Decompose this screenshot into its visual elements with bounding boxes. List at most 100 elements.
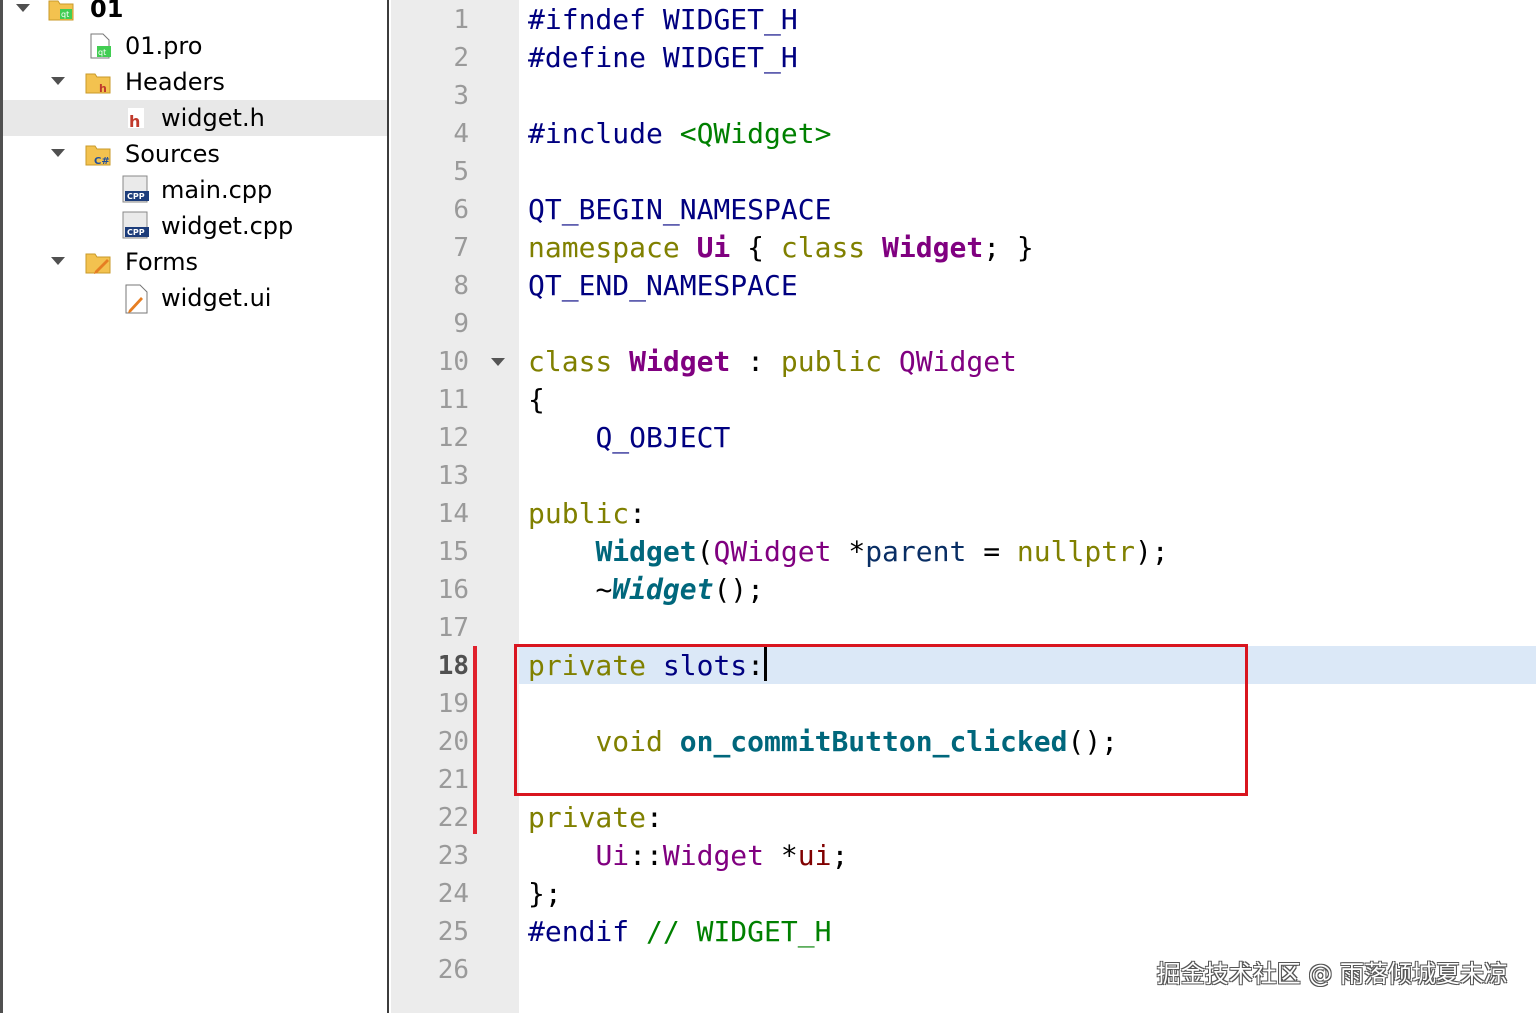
line-number: 11 [437, 385, 469, 415]
preprocessor-directive: #include [528, 117, 663, 150]
collapse-arrow-icon[interactable] [51, 257, 65, 265]
code-line-10[interactable]: 10 class Widget : public QWidget [391, 343, 1536, 381]
code-text[interactable]: class Widget : public QWidget [528, 343, 1017, 381]
code-text[interactable]: #endif // WIDGET_H [528, 913, 831, 951]
code-line-16[interactable]: 16 ~Widget(); [391, 571, 1536, 609]
code-text[interactable]: { [528, 381, 545, 419]
namespace-name: Ui [696, 231, 731, 264]
svg-text:CPP: CPP [127, 228, 145, 237]
code-line-3[interactable]: 3 [391, 77, 1536, 115]
annotation-highlight-box [514, 644, 1248, 796]
tree-label: 01.pro [125, 32, 203, 60]
tree-label: widget.cpp [161, 212, 294, 240]
code-line-14[interactable]: 14 public: [391, 495, 1536, 533]
line-number: 3 [453, 81, 469, 111]
code-text[interactable]: namespace Ui { class Widget; } [528, 229, 1034, 267]
code-line-9[interactable]: 9 [391, 305, 1536, 343]
preprocessor-directive: #ifndef [528, 3, 647, 36]
line-number: 8 [453, 271, 469, 301]
code-line-13[interactable]: 13 [391, 457, 1536, 495]
punctuation: ( [696, 535, 714, 568]
code-line-12[interactable]: 12 Q_OBJECT [391, 419, 1536, 457]
punctuation: (); [713, 573, 765, 606]
tree-item-project-root[interactable]: qt 01 [3, 0, 387, 27]
code-line-23[interactable]: 23 Ui::Widget *ui; [391, 837, 1536, 875]
svg-text:qt: qt [61, 10, 69, 19]
tree-item-forms[interactable]: Forms [3, 244, 387, 280]
svg-text:h: h [129, 112, 140, 131]
code-text[interactable]: ~Widget(); [528, 571, 764, 609]
code-text[interactable]: Ui::Widget *ui; [528, 837, 848, 875]
code-text[interactable]: private: [528, 799, 663, 837]
line-number: 4 [453, 119, 469, 149]
code-text[interactable]: Q_OBJECT [528, 419, 730, 457]
code-text[interactable]: }; [528, 875, 562, 913]
tree-item-sources[interactable]: C# Sources [3, 136, 387, 172]
tree-item-pro-file[interactable]: qt 01.pro [3, 28, 387, 64]
code-line-2[interactable]: 2 #define WIDGET_H [391, 39, 1536, 77]
line-number: 5 [453, 157, 469, 187]
code-line-4[interactable]: 4 #include <QWidget> [391, 115, 1536, 153]
code-line-8[interactable]: 8 QT_END_NAMESPACE [391, 267, 1536, 305]
code-line-5[interactable]: 5 [391, 153, 1536, 191]
cpp-file-icon: CPP [122, 211, 149, 239]
keyword: namespace [528, 231, 680, 264]
punctuation: : [747, 345, 765, 378]
code-line-25[interactable]: 25 #endif // WIDGET_H [391, 913, 1536, 951]
qt-project-folder-icon: qt [48, 0, 74, 21]
code-text[interactable]: Widget(QWidget *parent = nullptr); [528, 533, 1168, 571]
code-line-24[interactable]: 24 }; [391, 875, 1536, 913]
line-number: 20 [437, 727, 469, 757]
line-number: 25 [437, 917, 469, 947]
punctuation: ~ [595, 573, 613, 606]
class-name: Widget [629, 345, 731, 378]
code-text[interactable]: #include <QWidget> [528, 115, 831, 153]
code-text[interactable]: #ifndef WIDGET_H [528, 1, 798, 39]
svg-text:C#: C# [94, 156, 110, 167]
keyword: class [780, 231, 866, 264]
macro-name: Q_OBJECT [595, 421, 731, 454]
code-line-22[interactable]: 22 private: [391, 799, 1536, 837]
punctuation: : [646, 801, 663, 834]
tree-item-widget-ui[interactable]: widget.ui [3, 280, 387, 316]
fold-arrow-icon[interactable] [491, 358, 505, 366]
line-number: 16 [437, 575, 469, 605]
tree-item-headers[interactable]: h Headers [3, 64, 387, 100]
line-number: 18 [437, 651, 469, 681]
code-text[interactable]: QT_BEGIN_NAMESPACE [528, 191, 831, 229]
collapse-arrow-icon[interactable] [51, 149, 65, 157]
sources-folder-icon: C# [85, 145, 111, 167]
tree-item-main-cpp[interactable]: CPP main.cpp [3, 172, 387, 208]
code-line-17[interactable]: 17 [391, 609, 1536, 647]
punctuation: }; [528, 877, 562, 910]
function-name: Widget [612, 573, 714, 606]
code-line-7[interactable]: 7 namespace Ui { class Widget; } [391, 229, 1536, 267]
punctuation: :: [629, 839, 663, 872]
code-line-1[interactable]: 1 #ifndef WIDGET_H [391, 1, 1536, 39]
punctuation: = [966, 535, 1017, 568]
code-line-15[interactable]: 15 Widget(QWidget *parent = nullptr); [391, 533, 1536, 571]
include-header: <QWidget> [679, 117, 832, 150]
code-line-11[interactable]: 11 { [391, 381, 1536, 419]
tree-item-widget-h[interactable]: h widget.h [3, 100, 387, 136]
collapse-arrow-icon[interactable] [16, 4, 30, 12]
code-text[interactable]: #define WIDGET_H [528, 39, 798, 77]
line-number: 2 [453, 43, 469, 73]
project-tree: qt 01 qt 01.pro h Headers h widget.h C# [0, 0, 389, 1013]
collapse-arrow-icon[interactable] [51, 77, 65, 85]
type-name: Widget [662, 839, 765, 872]
project-name: 01 [90, 0, 124, 23]
keyword: class [528, 345, 613, 378]
code-line-6[interactable]: 6 QT_BEGIN_NAMESPACE [391, 191, 1536, 229]
code-text[interactable]: QT_END_NAMESPACE [528, 267, 798, 305]
line-number: 1 [453, 5, 469, 35]
macro-name: QT_BEGIN_NAMESPACE [528, 193, 832, 226]
macro-name: WIDGET_H [662, 41, 798, 74]
tree-label: Sources [125, 140, 220, 168]
watermark: 掘金技术社区 @ 雨落倾城夏未凉 [1156, 960, 1508, 988]
keyword: nullptr [1016, 535, 1135, 568]
tree-label: widget.h [161, 104, 265, 132]
code-text[interactable]: public: [528, 495, 646, 533]
line-number: 9 [453, 309, 469, 339]
tree-item-widget-cpp[interactable]: CPP widget.cpp [3, 208, 387, 244]
